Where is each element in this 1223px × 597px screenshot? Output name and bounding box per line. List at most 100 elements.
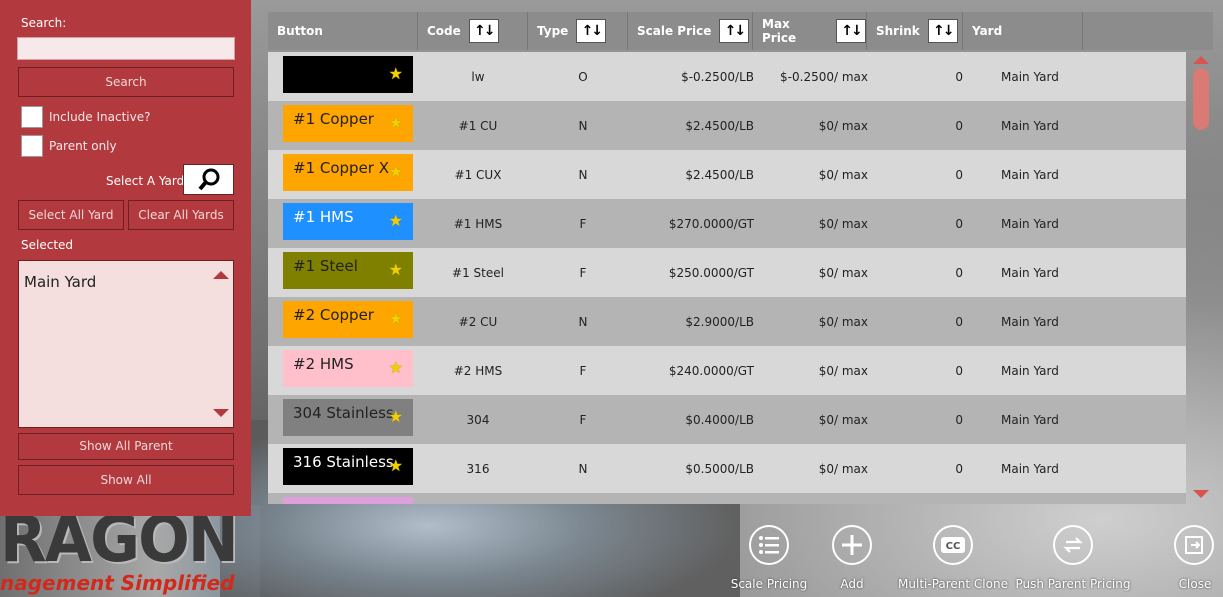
search-button[interactable]: Search (18, 67, 234, 97)
multi-parent-clone-button[interactable]: CC Multi-Parent Clone (888, 525, 1018, 595)
cell-code: lw (471, 69, 485, 84)
star-icon[interactable]: ★ (389, 64, 403, 83)
parent-only-checkbox[interactable] (21, 135, 43, 157)
scroll-down-icon[interactable] (213, 409, 229, 417)
cell-yard: Main Yard (1001, 216, 1059, 231)
column-header-shrink[interactable]: Shrink ↑↓ (867, 12, 963, 50)
cell-max-price: $0/ max (818, 118, 868, 133)
scroll-up-icon[interactable] (213, 271, 229, 279)
brand-logo: RAGON (0, 503, 239, 577)
star-icon[interactable]: ★ (389, 260, 403, 279)
sort-icon[interactable]: ↑↓ (719, 19, 750, 43)
item-button-chip[interactable]: #2 HMS ★ (283, 350, 413, 387)
star-icon[interactable]: ★ (389, 407, 403, 426)
table-row[interactable]: #1 Copper ★ #1 CU N $2.4500/LB $0/ max 0 Main Y… (268, 101, 1186, 150)
select-yard-label: Select A Yard (106, 174, 185, 188)
clear-all-yards-button[interactable]: Clear All Yards (128, 200, 234, 230)
table-row[interactable]: #1 Copper X ★ #1 CUX N $2.4500/LB $0/ max 0 Mai… (268, 150, 1186, 199)
cell-scale-price: $240.0000/GT (668, 363, 754, 378)
item-button-chip[interactable]: Aggregate★ (283, 497, 413, 504)
exit-icon (1174, 525, 1214, 565)
grid-header: Button Code ↑↓ Type ↑↓ Scale Price ↑↓ Max P… (268, 12, 1213, 50)
include-inactive-checkbox[interactable] (21, 106, 43, 128)
swap-icon (1053, 525, 1093, 565)
show-all-parent-button[interactable]: Show All Parent (18, 433, 234, 460)
cell-type: N (578, 167, 588, 182)
show-all-button[interactable]: Show All (18, 465, 234, 495)
item-button-chip[interactable]: ★ (283, 56, 413, 93)
filter-sidebar: Search: Search Include Inactive? Parent … (0, 0, 251, 516)
item-button-chip[interactable]: #1 Steel ★ (283, 252, 413, 289)
column-header-max-price[interactable]: Max Price ↑↓ (753, 12, 867, 50)
item-button-label: 316 Stainless (293, 453, 394, 471)
table-row[interactable]: 316 Stainless ★ 316 N $0.5000/LB $0/ max 0 Main… (268, 444, 1186, 493)
item-button-label: 304 Stainless (293, 404, 394, 422)
item-button-chip[interactable]: #2 Copper ★ (283, 301, 413, 338)
column-header-scale-price[interactable]: Scale Price ↑↓ (628, 12, 753, 50)
scroll-down-icon[interactable] (1193, 490, 1209, 498)
table-row[interactable]: 304 Stainless ★ 304 F $0.4000/LB $0/ max 0 Main… (268, 395, 1186, 444)
cell-type: F (579, 216, 587, 231)
item-button-chip[interactable]: #1 Copper X ★ (283, 154, 413, 191)
item-button-chip[interactable]: 316 Stainless ★ (283, 448, 413, 485)
cell-code: #2 HMS (453, 363, 503, 378)
column-header-button[interactable]: Button (268, 12, 418, 50)
item-button-chip[interactable]: #1 HMS ★ (283, 203, 413, 240)
svg-text:CC: CC (946, 541, 961, 552)
star-icon[interactable]: ★ (389, 162, 403, 181)
star-icon[interactable]: ★ (389, 113, 403, 132)
cell-scale-price: $2.9000/LB (685, 314, 754, 329)
table-row[interactable]: #2 HMS ★ #2 HMS F $240.0000/GT $0/ max 0 Main Y… (268, 346, 1186, 395)
cell-scale-price: $0.4000/LB (685, 412, 754, 427)
cell-code: #1 Steel (452, 265, 504, 280)
star-icon[interactable]: ★ (389, 456, 403, 475)
star-icon[interactable]: ★ (389, 211, 403, 230)
item-button-label: #2 HMS (293, 355, 354, 373)
search-input[interactable] (17, 37, 235, 60)
grid-scrollbar[interactable] (1190, 50, 1212, 504)
cell-type: N (578, 314, 588, 329)
item-button-label: #1 Copper (293, 110, 374, 128)
cell-yard: Main Yard (1001, 314, 1059, 329)
table-row[interactable]: #1 Steel ★ #1 Steel F $250.0000/GT $0/ max 0 Ma… (268, 248, 1186, 297)
cell-max-price: $0/ max (818, 265, 868, 280)
star-icon[interactable]: ★ (389, 358, 403, 377)
list-icon (749, 525, 789, 565)
table-row[interactable]: #1 HMS ★ #1 HMS F $270.0000/GT $0/ max 0 Main Y… (268, 199, 1186, 248)
cell-shrink: 0 (955, 363, 963, 378)
cell-scale-price: $2.4500/LB (685, 167, 754, 182)
column-header-code[interactable]: Code ↑↓ (418, 12, 528, 50)
item-button-label: #1 Copper X (293, 159, 390, 177)
cell-max-price: $0/ max (818, 216, 868, 231)
sort-icon[interactable]: ↑↓ (927, 19, 958, 43)
search-icon (198, 168, 220, 191)
item-button-chip[interactable]: #1 Copper ★ (283, 105, 413, 142)
table-row[interactable]: #2 Copper ★ #2 CU N $2.9000/LB $0/ max 0 Main Y… (268, 297, 1186, 346)
column-header-yard[interactable]: Yard (963, 12, 1083, 50)
cell-max-price: $0/ max (818, 167, 868, 182)
scroll-up-icon[interactable] (1193, 56, 1209, 64)
list-item[interactable]: Main Yard (24, 273, 96, 291)
cell-type: F (579, 412, 587, 427)
select-all-yard-button[interactable]: Select All Yard (18, 200, 124, 230)
select-yard-button[interactable] (183, 164, 234, 195)
scrollbar-thumb[interactable] (1193, 68, 1209, 130)
selected-yards-list[interactable]: Main Yard (18, 260, 234, 428)
cell-max-price: $0/ max (818, 412, 868, 427)
cell-yard: Main Yard (1001, 363, 1059, 378)
column-header-type[interactable]: Type ↑↓ (528, 12, 628, 50)
cell-yard: Main Yard (1001, 461, 1059, 476)
cell-shrink: 0 (955, 167, 963, 182)
cell-yard: Main Yard (1001, 167, 1059, 182)
table-row[interactable]: ★ lw O $-0.2500/LB $-0.2500/ max 0 Main Yard (268, 52, 1186, 101)
table-row[interactable]: Aggregate★ (268, 493, 1186, 504)
sort-icon[interactable]: ↑↓ (576, 19, 607, 43)
selected-label: Selected (21, 238, 74, 252)
star-icon[interactable]: ★ (389, 309, 403, 328)
sort-icon[interactable]: ↑↓ (468, 19, 499, 43)
item-button-chip[interactable]: 304 Stainless ★ (283, 399, 413, 436)
close-button[interactable]: Close (1093, 525, 1223, 595)
cell-code: #1 HMS (453, 216, 503, 231)
item-button-label: #1 HMS (293, 208, 354, 226)
sort-icon[interactable]: ↑↓ (836, 19, 866, 43)
